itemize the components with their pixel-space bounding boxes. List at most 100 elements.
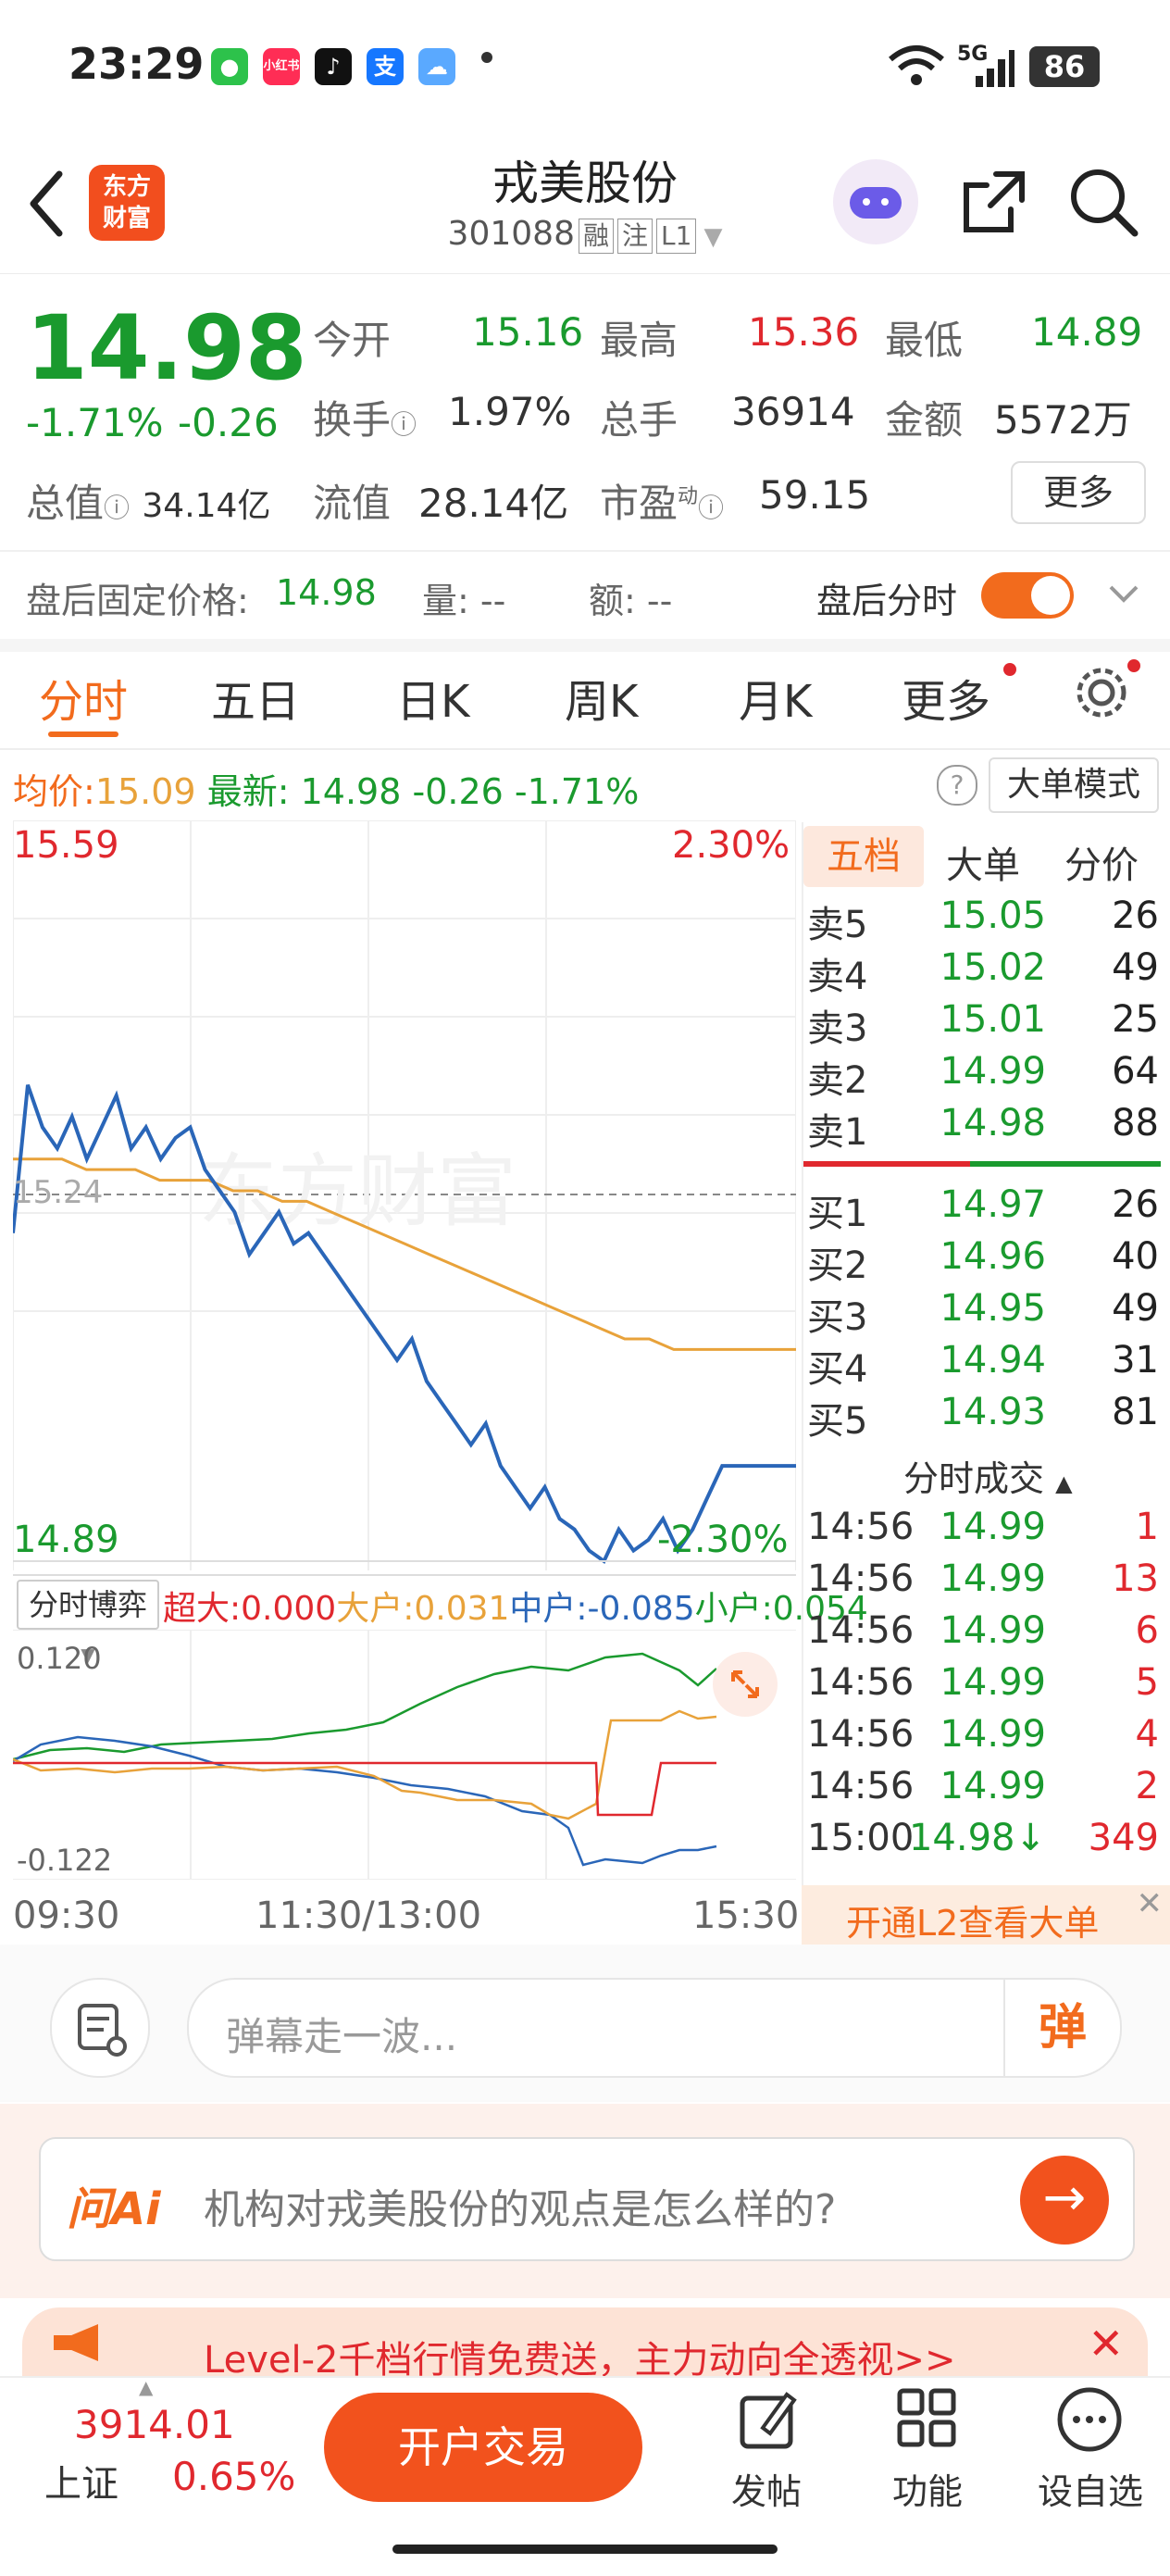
danmu-input[interactable]: 弹幕走一波... 弹 <box>187 1978 1122 2078</box>
after-hours-toggle[interactable] <box>981 572 1074 619</box>
sell-label: 卖1 <box>807 1111 868 1154</box>
amount-label: 金额 <box>885 397 964 443</box>
close-icon[interactable]: ✕ <box>1137 1885 1164 1922</box>
clock: 23:29 <box>68 39 205 89</box>
pe-label: 市盈动ⓘ <box>600 481 725 526</box>
tick-volume: 13 <box>1112 1557 1159 1600</box>
buy-row: 买3 14.95 49 <box>805 1287 1166 1339</box>
battery-icon: 86 <box>1029 46 1100 87</box>
tag-level: L1 <box>656 219 697 254</box>
tick-price: 14.98↓ <box>908 1817 1046 1859</box>
buy-row: 买1 14.97 26 <box>805 1183 1166 1235</box>
change-percent: -1.71% <box>26 400 164 445</box>
buy-volume: 40 <box>1112 1235 1159 1278</box>
tab-daily-k[interactable]: 日K <box>396 665 469 730</box>
sell-label: 卖2 <box>807 1059 868 1102</box>
tick-volume: 4 <box>1135 1713 1159 1756</box>
gear-icon[interactable] <box>1072 663 1131 722</box>
buy-row: 买5 14.93 81 <box>805 1391 1166 1443</box>
tab-weekly-k[interactable]: 周K <box>565 665 638 730</box>
divider <box>0 550 1170 552</box>
home-indicator[interactable] <box>392 2545 778 2554</box>
tick-volume: 1 <box>1135 1506 1159 1548</box>
buy-price: 14.97 <box>940 1183 1046 1226</box>
tab-monthly-k[interactable]: 月K <box>739 665 812 730</box>
search-icon[interactable] <box>1066 165 1140 239</box>
buy-label: 买2 <box>807 1244 868 1287</box>
float-value: 28.14亿 <box>418 481 569 526</box>
buy-row: 买4 14.94 31 <box>805 1339 1166 1391</box>
danmu-send-button[interactable]: 弹 <box>1003 1980 1120 2076</box>
ai-robot-icon[interactable] <box>833 159 918 244</box>
buy-label: 买5 <box>807 1400 868 1443</box>
tab-intraday[interactable]: 分时 <box>39 665 128 730</box>
change-value: -0.26 <box>178 400 279 445</box>
post-icon[interactable] <box>735 2387 800 2452</box>
market-cap-row: 总值ⓘ 34.14亿 <box>26 472 270 529</box>
orderbook-tab-five[interactable]: 五档 <box>803 826 924 887</box>
flow-chart[interactable] <box>13 1630 796 1880</box>
alipay-icon: 支 <box>367 48 404 85</box>
watchlist-icon[interactable] <box>1055 2385 1124 2454</box>
functions-icon[interactable] <box>894 2385 961 2452</box>
help-icon[interactable]: ? <box>937 765 977 806</box>
chart-y-top-pct: 2.30% <box>672 824 790 867</box>
promo-banner[interactable]: Level-2千档行情免费送，主力动向全透视>> ✕ <box>22 2307 1148 2382</box>
ai-logo: 问Ai <box>67 2183 161 2235</box>
flow-selector[interactable]: 分时博弈 ▼ <box>17 1580 159 1666</box>
flow-legend: 超大:0.000大户:0.031中户:-0.085小户:0.054 <box>163 1590 868 1628</box>
share-icon[interactable] <box>959 167 1029 237</box>
expand-icon[interactable] <box>713 1652 778 1717</box>
chart-y-mid: 15.24 <box>13 1174 104 1211</box>
more-notifications-dot <box>481 52 492 63</box>
buy-volume: 26 <box>1112 1183 1159 1226</box>
tab-more[interactable]: 更多 <box>902 665 990 730</box>
index-value[interactable]: 3914.01 <box>74 2402 235 2447</box>
ai-question-box[interactable]: 问Ai 机构对戎美股份的观点是怎么样的? → <box>39 2137 1135 2261</box>
tick-row: 14:56 14.99 13 <box>805 1557 1166 1609</box>
orderbook-tab-price[interactable]: 分价 <box>1064 835 1139 889</box>
functions-label[interactable]: 功能 <box>881 2463 974 2514</box>
sell-price: 15.02 <box>940 946 1046 989</box>
tick-volume: 2 <box>1135 1765 1159 1807</box>
chevron-down-icon[interactable] <box>1107 581 1140 607</box>
ticks-header[interactable]: 分时成交 ▲ <box>903 1450 1073 1501</box>
after-hours-price: 14.98 <box>276 572 377 613</box>
low-value: 14.89 <box>1031 309 1143 355</box>
tick-volume: 349 <box>1088 1817 1159 1859</box>
more-button[interactable]: 更多 <box>1011 461 1146 524</box>
post-label[interactable]: 发帖 <box>720 2463 813 2514</box>
tick-volume: 5 <box>1135 1661 1159 1704</box>
tick-price: 14.99 <box>940 1557 1046 1600</box>
sell-label: 卖3 <box>807 1007 868 1050</box>
wifi-icon <box>889 45 944 85</box>
after-hours-price-label: 盘后固定价格: <box>26 581 249 621</box>
arrow-right-icon[interactable]: → <box>1020 2156 1109 2245</box>
danmu-settings-icon[interactable] <box>50 1978 150 2078</box>
open-account-trade-button[interactable]: 开户交易 <box>324 2393 642 2502</box>
sell-label: 卖4 <box>807 956 868 998</box>
tick-row: 14:56 14.99 4 <box>805 1713 1166 1765</box>
intraday-chart[interactable]: 东方财富 <box>13 820 796 1570</box>
high-value: 15.36 <box>748 309 860 355</box>
sell-price: 15.01 <box>940 998 1046 1041</box>
stock-header: 东方 财富 戎美股份 301088 融注 L1 ▼ <box>0 139 1170 274</box>
sell-price: 15.05 <box>940 894 1046 937</box>
tag-margin: 融 <box>578 219 614 254</box>
after-hours-toggle-label: 盘后分时 <box>816 581 958 621</box>
tab-five-day[interactable]: 五日 <box>211 665 300 730</box>
sell-volume: 26 <box>1112 894 1159 937</box>
big-order-mode-button[interactable]: 大单模式 <box>989 757 1159 813</box>
divider <box>13 1574 796 1576</box>
small-flow-line <box>13 1652 717 1761</box>
watchlist-label[interactable]: 设自选 <box>1026 2463 1155 2514</box>
open-value: 15.16 <box>472 309 584 355</box>
info-icon: ⓘ <box>104 493 131 523</box>
l2-banner[interactable]: 开通L2查看大单 ✕ <box>802 1885 1170 1948</box>
sell-volume: 49 <box>1112 946 1159 989</box>
orderbook-tab-big[interactable]: 大单 <box>946 835 1020 889</box>
megaphone-icon <box>54 2324 98 2361</box>
danmu-placeholder: 弹幕走一波... <box>226 2014 458 2059</box>
close-icon[interactable]: ✕ <box>1088 2319 1124 2369</box>
current-price: 14.98 <box>26 296 307 400</box>
